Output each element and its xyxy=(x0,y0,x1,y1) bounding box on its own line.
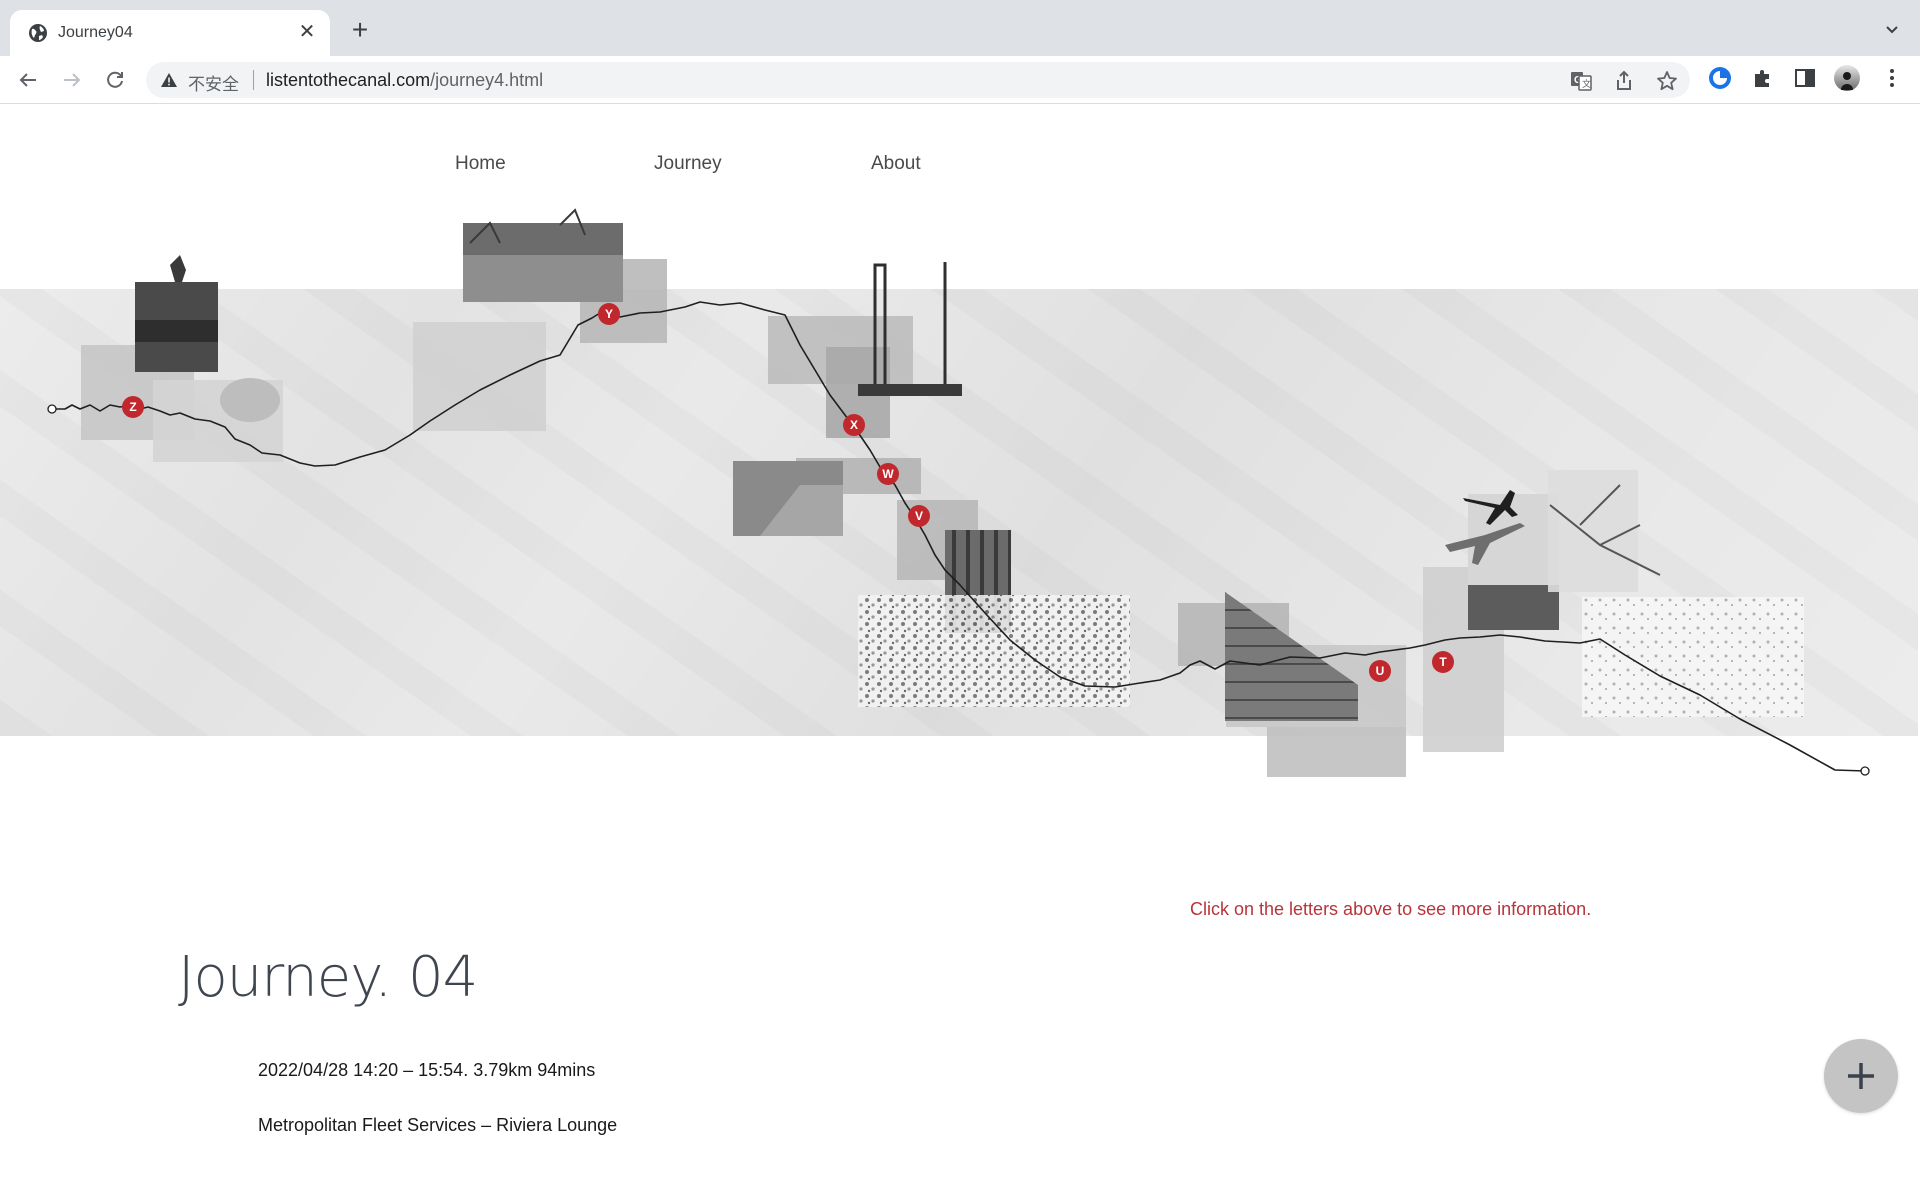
chevron-down-icon[interactable] xyxy=(1884,22,1900,38)
marker-u[interactable]: U xyxy=(1369,660,1391,682)
arrow-right-icon[interactable] xyxy=(58,66,86,94)
marker-z[interactable]: Z xyxy=(122,396,144,418)
photo-tree-branches xyxy=(1548,470,1638,592)
browser-tab[interactable]: Journey04 ✕ xyxy=(10,10,330,56)
omnibox-separator xyxy=(253,70,254,90)
url-domain: listentothecanal.com xyxy=(266,70,431,90)
blue-circle-extension-icon[interactable] xyxy=(1708,66,1732,90)
browser-tabstrip: Journey04 ✕ + xyxy=(0,0,1920,56)
marker-x[interactable]: X xyxy=(843,414,865,436)
journey-route: Metropolitan Fleet Services – Riviera Lo… xyxy=(258,1115,618,1135)
globe-icon xyxy=(29,24,47,42)
new-tab-button[interactable]: + xyxy=(348,16,372,44)
browser-toolbar: 不安全 listentothecanal.com/journey4.html G… xyxy=(0,56,1920,104)
route-end-point xyxy=(1860,766,1870,776)
photo-snowy-bushes xyxy=(1582,597,1804,717)
photo-overgrown-trees xyxy=(858,595,1130,707)
reload-icon[interactable] xyxy=(101,66,129,94)
marker-w[interactable]: W xyxy=(877,463,899,485)
star-icon[interactable] xyxy=(1656,70,1678,92)
avatar-icon[interactable] xyxy=(1833,64,1861,92)
marker-y[interactable]: Y xyxy=(598,303,620,325)
page-title: Journey. 04 xyxy=(178,945,478,1010)
insecure-label[interactable]: 不安全 xyxy=(188,70,239,95)
journey-map xyxy=(47,208,1870,777)
boat-hull xyxy=(135,320,218,342)
warning-triangle-icon[interactable] xyxy=(160,72,178,88)
plus-icon xyxy=(1848,1063,1874,1089)
kebab-menu-icon[interactable] xyxy=(1880,66,1904,90)
puzzle-icon[interactable] xyxy=(1751,66,1775,90)
share-icon[interactable] xyxy=(1613,70,1635,92)
route-start-point xyxy=(47,404,57,414)
dark-grass xyxy=(1468,585,1559,630)
translate-icon[interactable]: G 文 xyxy=(1570,70,1592,92)
url-text[interactable]: listentothecanal.com/journey4.html xyxy=(266,70,543,91)
tree-silhouette xyxy=(170,255,186,282)
expand-fab-button[interactable] xyxy=(1824,1039,1898,1113)
map-hint-text: Click on the letters above to see more i… xyxy=(1190,899,1592,919)
tab-title: Journey04 xyxy=(58,24,133,41)
side-panel-icon[interactable] xyxy=(1793,66,1817,90)
photo-crane-excavator xyxy=(413,322,546,431)
marker-t[interactable]: T xyxy=(1432,651,1454,673)
marker-v[interactable]: V xyxy=(908,505,930,527)
water-reflection xyxy=(463,255,623,302)
close-icon[interactable]: ✕ xyxy=(296,21,318,43)
journey-datetime-distance: 2022/04/28 14:20 – 15:54. 3.79km 94mins xyxy=(258,1060,596,1080)
photo-aerial-bottom-block xyxy=(1267,727,1406,777)
address-bar[interactable]: 不安全 listentothecanal.com/journey4.html G… xyxy=(146,62,1690,98)
photo-pile-driver-rig xyxy=(858,384,962,396)
svg-text:文: 文 xyxy=(1582,78,1591,90)
page-content: Home Journey About Z Y X W V U T Click o… xyxy=(0,105,1920,1200)
url-path: /journey4.html xyxy=(430,70,544,90)
willow-shape xyxy=(220,378,280,422)
arrow-left-icon[interactable] xyxy=(14,66,42,94)
